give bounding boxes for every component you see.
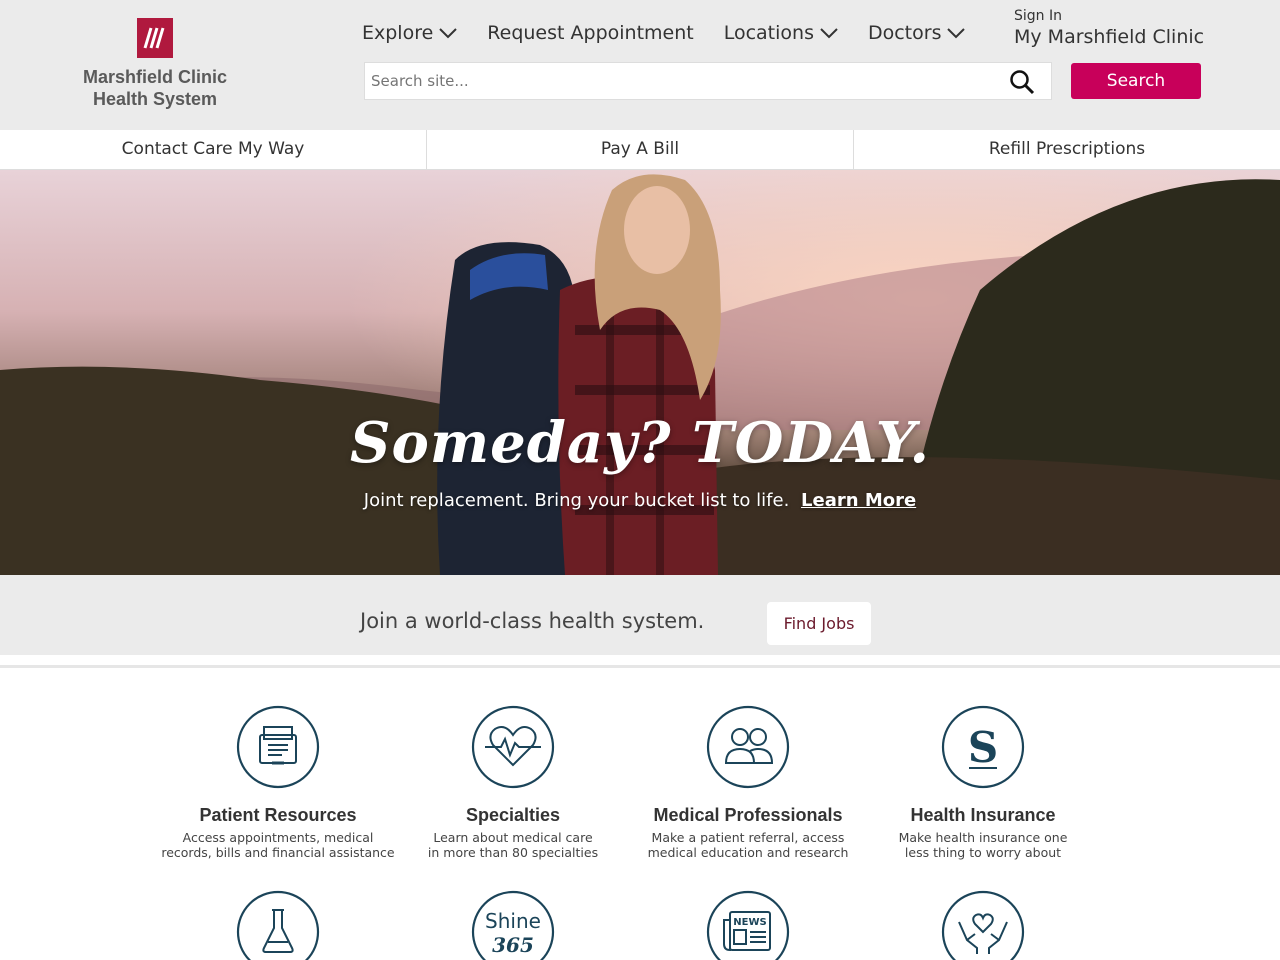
svg-text:S: S xyxy=(968,723,998,772)
quick-link-refill-prescriptions[interactable]: Refill Prescriptions xyxy=(854,130,1280,169)
search-button[interactable]: Search xyxy=(1071,63,1201,99)
flask-icon xyxy=(236,890,320,960)
card-title: Specialties xyxy=(465,805,561,825)
card-desc-line2: medical education and research xyxy=(647,845,849,860)
hero-headline: Someday? TODAY. xyxy=(350,410,930,476)
search-icon[interactable] xyxy=(1009,69,1035,95)
card-desc-line2: less thing to worry about xyxy=(904,845,1062,860)
card-desc-line2: in more than 80 specialties xyxy=(427,845,599,860)
nav-doctors-label: Doctors xyxy=(867,22,942,44)
card-desc-line2: records, bills and financial assistance xyxy=(161,845,395,860)
card-title: Health Insurance xyxy=(910,805,1056,825)
nav-locations[interactable]: Locations xyxy=(724,22,838,44)
logo-line2: Health System xyxy=(92,89,218,109)
main-nav: Explore Request Appointment Locations Do… xyxy=(362,22,995,44)
logo-line1: Marshfield Clinic xyxy=(82,67,228,87)
my-marshfield-clinic-label: My Marshfield Clinic xyxy=(1014,26,1205,48)
hands-heart-icon xyxy=(941,890,1025,960)
jobs-band: Join a world-class health system. Find J… xyxy=(0,575,1280,655)
resource-cards: Patient Resources Access appointments, m… xyxy=(0,665,1280,960)
hero-image xyxy=(0,170,1280,575)
card-health-insurance[interactable]: S Health Insurance Make health insurance… xyxy=(863,705,1103,860)
nav-locations-label: Locations xyxy=(723,22,814,44)
card-medical-professionals[interactable]: Medical Professionals Make a patient ref… xyxy=(628,705,868,860)
logo-mark-icon xyxy=(137,18,173,58)
chevron-down-icon xyxy=(439,28,458,39)
card-title: Patient Resources xyxy=(199,805,357,825)
shine-365-icon: Shine 365 xyxy=(471,890,555,960)
card-news[interactable]: NEWS xyxy=(628,890,868,960)
security-health-plan-icon: S xyxy=(941,705,1025,789)
site-header: Marshfield Clinic Health System Explore … xyxy=(0,0,1280,130)
search-input[interactable] xyxy=(365,63,995,99)
card-patient-resources[interactable]: Patient Resources Access appointments, m… xyxy=(158,705,398,860)
nav-explore[interactable]: Explore xyxy=(362,22,458,44)
jobs-text: Join a world-class health system. xyxy=(360,609,705,633)
nav-explore-label: Explore xyxy=(362,22,434,44)
heart-pulse-icon xyxy=(471,705,555,789)
sign-in-link[interactable]: Sign In My Marshfield Clinic xyxy=(1014,8,1204,48)
shine-365-text: 365 xyxy=(492,933,534,957)
card-desc-line1: Make a patient referral, access xyxy=(651,830,845,845)
learn-more-link[interactable]: Learn More xyxy=(801,490,916,511)
nav-request-appointment[interactable]: Request Appointment xyxy=(487,22,693,44)
nav-request-appointment-label: Request Appointment xyxy=(487,22,694,44)
card-specialties[interactable]: Specialties Learn about medical care in … xyxy=(393,705,633,860)
card-desc-line1: Learn about medical care xyxy=(433,830,593,845)
hero-subtext-row: Joint replacement. Bring your bucket lis… xyxy=(0,490,1280,511)
card-research[interactable] xyxy=(158,890,398,960)
find-jobs-button[interactable]: Find Jobs xyxy=(767,602,871,645)
people-icon xyxy=(706,705,790,789)
news-icon: NEWS xyxy=(706,890,790,960)
chevron-down-icon xyxy=(820,28,838,39)
sign-in-label: Sign In xyxy=(1014,8,1062,24)
shine-text: Shine xyxy=(485,909,541,933)
quick-link-pay-a-bill[interactable]: Pay A Bill xyxy=(427,130,854,169)
card-title: Medical Professionals xyxy=(653,805,843,825)
hero-subtext: Joint replacement. Bring your bucket lis… xyxy=(363,490,790,511)
file-drawer-icon xyxy=(236,705,320,789)
quick-link-contact-care-my-way[interactable]: Contact Care My Way xyxy=(0,130,427,169)
quick-links-bar: Contact Care My Way Pay A Bill Refill Pr… xyxy=(0,130,1280,170)
card-foundation[interactable] xyxy=(863,890,1103,960)
logo[interactable]: Marshfield Clinic Health System xyxy=(80,18,230,110)
hero-banner: Someday? TODAY. Joint replacement. Bring… xyxy=(0,170,1280,575)
card-desc-line1: Make health insurance one xyxy=(898,830,1068,845)
news-text: NEWS xyxy=(733,917,766,928)
chevron-down-icon xyxy=(947,28,966,39)
card-desc-line1: Access appointments, medical xyxy=(182,830,374,845)
card-shine-365[interactable]: Shine 365 xyxy=(393,890,633,960)
search-box xyxy=(364,62,1052,100)
nav-doctors[interactable]: Doctors xyxy=(868,22,966,44)
